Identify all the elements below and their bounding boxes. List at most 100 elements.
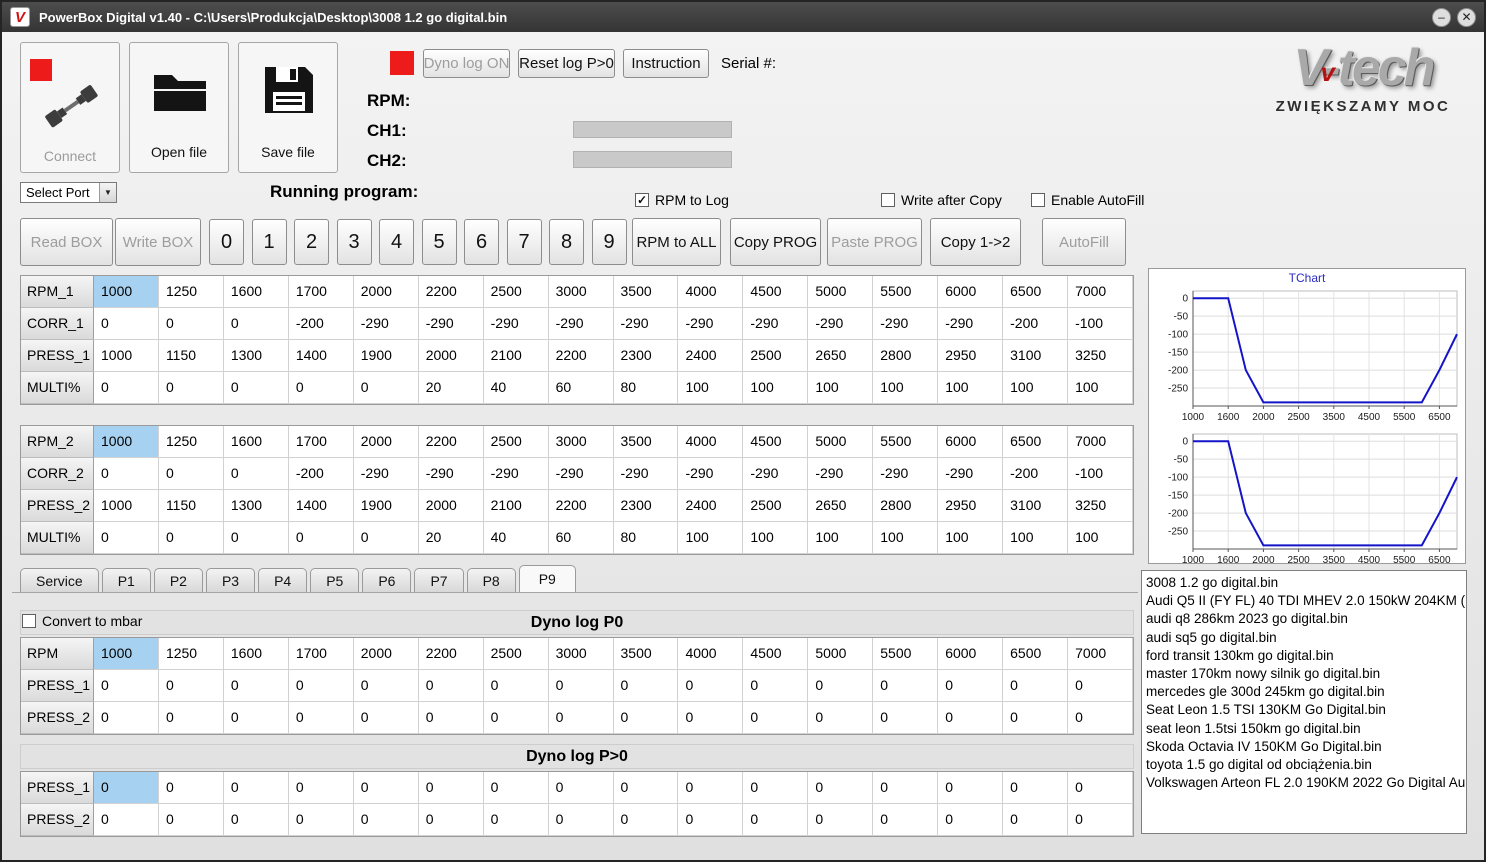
table-cell[interactable]: 2200 xyxy=(418,276,484,308)
file-list-item[interactable]: Volkswagen Arteon FL 2.0 190KM 2022 Go D… xyxy=(1146,774,1466,792)
table-cell[interactable]: 100 xyxy=(743,372,809,404)
table-cell[interactable]: 0 xyxy=(548,702,614,734)
close-button[interactable]: ✕ xyxy=(1457,7,1476,27)
digit-button-2[interactable]: 2 xyxy=(294,219,329,265)
table-cell[interactable]: 0 xyxy=(938,702,1004,734)
table-cell[interactable]: 2000 xyxy=(418,490,484,522)
table-cell[interactable]: 4000 xyxy=(678,276,744,308)
table-cell[interactable]: 2400 xyxy=(678,340,744,372)
minimize-button[interactable]: – xyxy=(1432,7,1451,27)
table-cell[interactable]: 2000 xyxy=(418,340,484,372)
digit-button-0[interactable]: 0 xyxy=(209,219,244,265)
table-cell[interactable]: -290 xyxy=(548,308,614,340)
table-cell[interactable]: 0 xyxy=(678,804,744,836)
table-cell[interactable]: 0 xyxy=(288,772,354,804)
table-cell[interactable]: 2000 xyxy=(353,426,419,458)
table-cell[interactable]: 0 xyxy=(808,804,874,836)
digit-button-9[interactable]: 9 xyxy=(591,219,627,265)
table-cell[interactable]: 0 xyxy=(548,670,614,702)
table-cell[interactable]: -290 xyxy=(938,458,1004,490)
table-cell[interactable]: 1250 xyxy=(158,638,224,670)
table-cell[interactable]: 6000 xyxy=(938,426,1004,458)
table-cell[interactable]: 1250 xyxy=(158,276,224,308)
table-cell[interactable]: 0 xyxy=(873,702,939,734)
digit-button-5[interactable]: 5 xyxy=(421,219,457,265)
table-cell[interactable]: 100 xyxy=(1003,372,1069,404)
table-cell[interactable]: 3000 xyxy=(548,276,614,308)
read-box-button[interactable]: Read BOX xyxy=(20,218,113,266)
table-cell[interactable]: 1000 xyxy=(94,340,159,372)
table-cell[interactable]: 0 xyxy=(418,804,484,836)
table-cell[interactable]: 5500 xyxy=(873,276,939,308)
table-cell[interactable]: 1700 xyxy=(288,638,354,670)
table-cell[interactable]: 0 xyxy=(1003,670,1069,702)
table-cell[interactable]: 2650 xyxy=(808,340,874,372)
table-cell[interactable]: 3000 xyxy=(548,638,614,670)
digit-button-4[interactable]: 4 xyxy=(379,219,414,265)
table-cell[interactable]: 0 xyxy=(94,670,159,702)
tab-p8[interactable]: P8 xyxy=(466,568,516,592)
table-cell[interactable]: 1400 xyxy=(288,490,354,522)
table-cell[interactable]: 0 xyxy=(418,772,484,804)
save-file-button[interactable]: Save file xyxy=(238,42,338,173)
table-cell[interactable]: 0 xyxy=(1068,772,1133,804)
table-cell[interactable]: -290 xyxy=(678,308,744,340)
table-cell[interactable]: 0 xyxy=(873,772,939,804)
copy-1-to-2-button[interactable]: Copy 1->2 xyxy=(930,218,1021,266)
table-cell[interactable]: -290 xyxy=(808,458,874,490)
table-cell[interactable]: 1600 xyxy=(223,638,289,670)
table-cell[interactable]: -200 xyxy=(1003,308,1069,340)
table-cell[interactable]: -200 xyxy=(288,308,354,340)
table-cell[interactable]: 0 xyxy=(158,308,224,340)
table-cell[interactable]: 0 xyxy=(158,458,224,490)
table-cell[interactable]: 0 xyxy=(223,772,289,804)
table-cell[interactable]: 100 xyxy=(808,522,874,554)
table-cell[interactable]: -100 xyxy=(1068,308,1133,340)
convert-to-mbar-checkbox[interactable]: Convert to mbar xyxy=(22,613,142,629)
table-cell[interactable]: 0 xyxy=(743,772,809,804)
write-after-copy-checkbox[interactable]: Write after Copy xyxy=(881,192,1002,208)
tab-p2[interactable]: P2 xyxy=(153,568,203,592)
table-cell[interactable]: 0 xyxy=(353,702,419,734)
table-cell[interactable]: 0 xyxy=(353,670,419,702)
table-cell[interactable]: 4500 xyxy=(743,276,809,308)
table-cell[interactable]: 0 xyxy=(94,458,159,490)
table-cell[interactable]: 2950 xyxy=(938,340,1004,372)
table-cell[interactable]: 0 xyxy=(808,702,874,734)
digit-button-3[interactable]: 3 xyxy=(336,219,372,265)
file-list-item[interactable]: audi q8 286km 2023 go digital.bin xyxy=(1146,610,1462,628)
table-cell[interactable]: 0 xyxy=(613,772,679,804)
table-cell[interactable]: 2500 xyxy=(743,490,809,522)
rpm-to-log-checkbox[interactable]: ✓ RPM to Log xyxy=(635,192,729,208)
table-cell[interactable]: 2000 xyxy=(353,638,419,670)
table-cell[interactable]: 4000 xyxy=(678,638,744,670)
rpm-to-log-checkbox-box[interactable]: ✓ xyxy=(635,193,649,207)
table-cell[interactable]: -290 xyxy=(353,308,419,340)
table-cell[interactable]: -290 xyxy=(418,308,484,340)
table-cell[interactable]: 100 xyxy=(1068,372,1133,404)
file-list-item[interactable]: ford transit 130km go digital.bin xyxy=(1146,647,1462,665)
table-cell[interactable]: 0 xyxy=(548,804,614,836)
table-cell[interactable]: -200 xyxy=(288,458,354,490)
table-cell[interactable]: 2200 xyxy=(418,426,484,458)
autofill-button[interactable]: AutoFill xyxy=(1042,218,1126,266)
table-cell[interactable]: 2800 xyxy=(873,490,939,522)
table-cell[interactable]: 80 xyxy=(613,522,679,554)
table-cell[interactable]: 0 xyxy=(94,772,159,804)
open-file-button[interactable]: Open file xyxy=(129,42,229,173)
table-cell[interactable]: 0 xyxy=(94,702,159,734)
table-cell[interactable]: 2950 xyxy=(938,490,1004,522)
table-cell[interactable]: -290 xyxy=(743,308,809,340)
table-cell[interactable]: 4500 xyxy=(743,638,809,670)
table-cell[interactable]: 0 xyxy=(353,804,419,836)
table-cell[interactable]: 4500 xyxy=(743,426,809,458)
table-cell[interactable]: 1400 xyxy=(288,340,354,372)
table-cell[interactable]: 40 xyxy=(483,372,549,404)
tab-p7[interactable]: P7 xyxy=(414,568,464,592)
table-cell[interactable]: 0 xyxy=(223,670,289,702)
rpm-to-all-button[interactable]: RPM to ALL xyxy=(632,218,721,266)
table-cell[interactable]: 0 xyxy=(288,702,354,734)
write-box-button[interactable]: Write BOX xyxy=(115,218,201,266)
table-cell[interactable]: 4000 xyxy=(678,426,744,458)
table-cell[interactable]: 0 xyxy=(158,670,224,702)
